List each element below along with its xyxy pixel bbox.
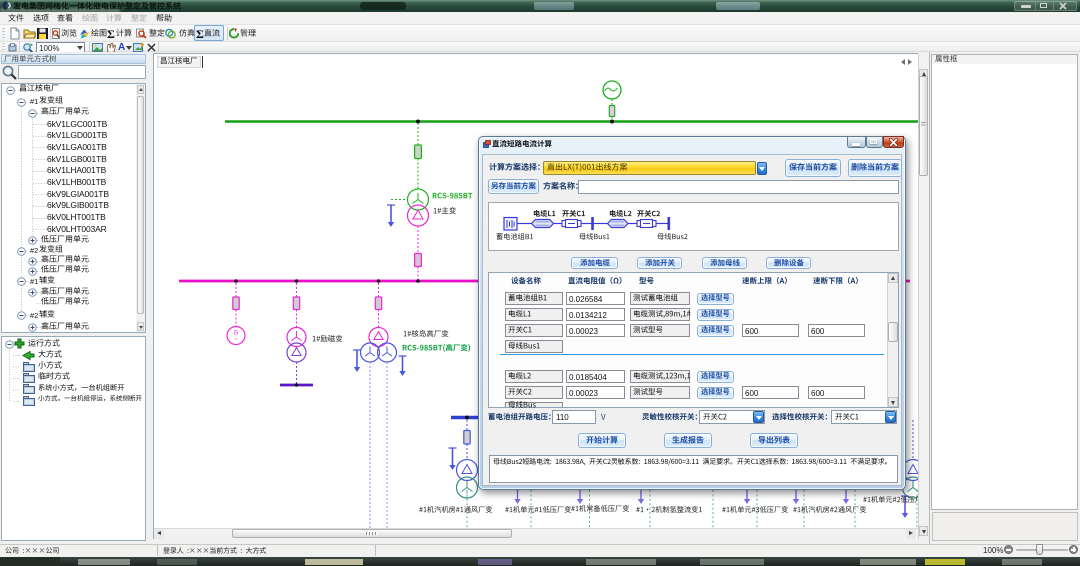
svg-text:G: G bbox=[234, 331, 239, 337]
svg-text:~: ~ bbox=[234, 337, 238, 343]
